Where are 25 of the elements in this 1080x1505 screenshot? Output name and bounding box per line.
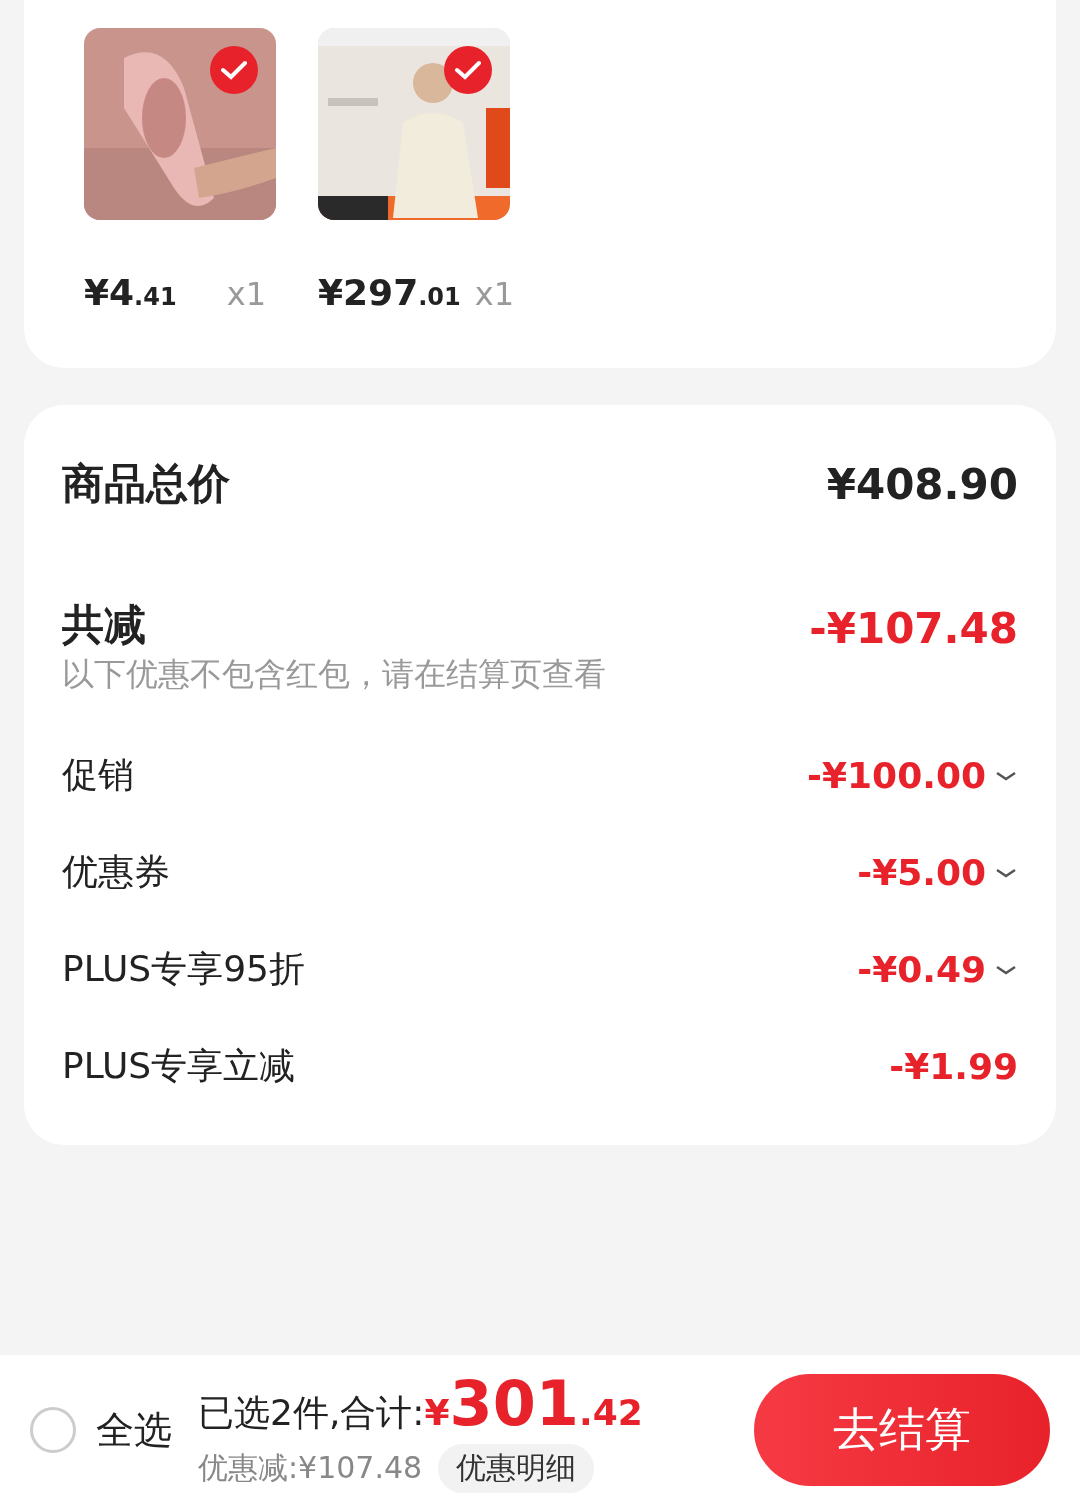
checkmark-icon: [455, 60, 481, 80]
discount-row-value[interactable]: -¥0.49: [857, 949, 1018, 990]
select-all-label[interactable]: 全选: [96, 1404, 172, 1456]
select-all-radio[interactable]: [30, 1407, 76, 1453]
discount-row-label: 促销: [62, 753, 134, 797]
discount-row-value[interactable]: -¥100.00: [807, 755, 1018, 796]
discount-row-label: PLUS专享95折: [62, 947, 305, 991]
total-summary: 已选2件,合计:¥301.42: [198, 1367, 643, 1440]
total-value: ¥408.90: [826, 459, 1018, 509]
checkout-button[interactable]: 去结算: [754, 1374, 1050, 1486]
item-quantity: x1: [226, 275, 266, 313]
item-quantity: x1: [474, 275, 514, 313]
total-label: 商品总价: [62, 458, 230, 510]
discount-label: 共减: [62, 599, 146, 651]
discount-row-label: PLUS专享立减: [62, 1044, 296, 1088]
discount-details-button[interactable]: 优惠明细: [438, 1444, 595, 1493]
discount-value: -¥107.48: [809, 604, 1018, 653]
item-price: ¥297.01: [318, 272, 461, 313]
saving-text: 优惠减:¥107.48: [198, 1449, 423, 1487]
discount-row-label: 优惠券: [62, 850, 170, 894]
discount-note: 以下优惠不包含红包，请在结算页查看: [62, 654, 607, 695]
discount-row-value: -¥1.99: [889, 1046, 1018, 1087]
item-price: ¥4.41: [84, 272, 177, 313]
checkmark-icon: [221, 60, 247, 80]
discount-row-value[interactable]: -¥5.00: [857, 852, 1018, 893]
